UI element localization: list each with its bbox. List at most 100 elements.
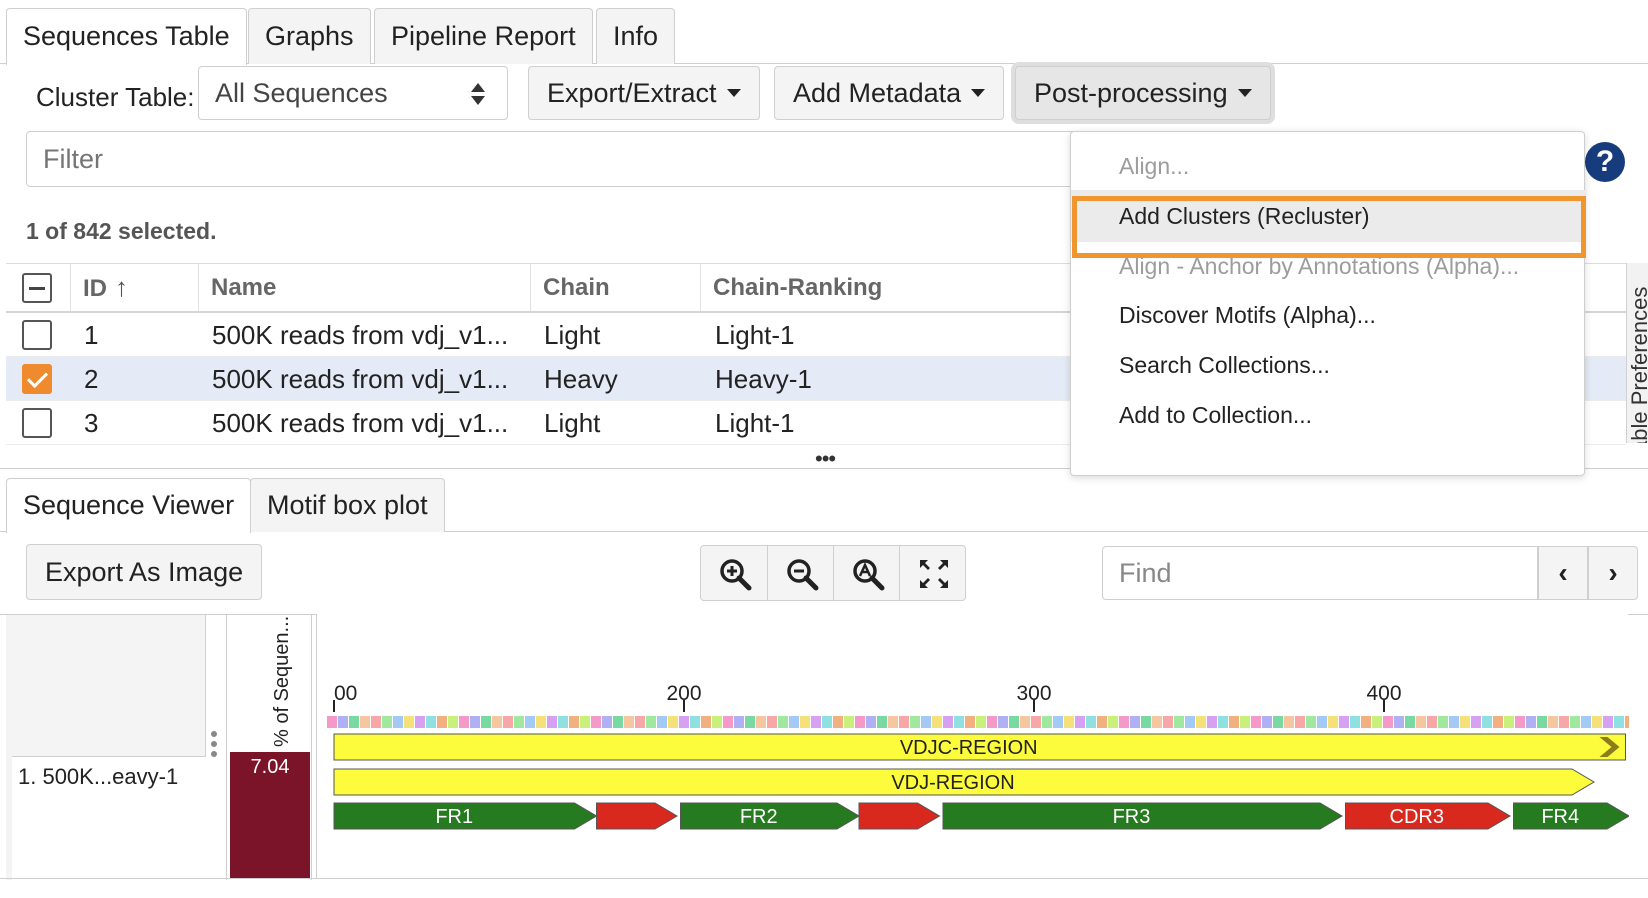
- menu-item-add-to-collection[interactable]: Add to Collection...: [1071, 389, 1586, 441]
- annotation-label: FR3: [1113, 806, 1151, 828]
- residue-cell: [1416, 716, 1426, 728]
- menu-item-discover-motifs[interactable]: Discover Motifs (Alpha)...: [1071, 289, 1586, 341]
- residue-cell: [1449, 716, 1459, 728]
- find-prev-button[interactable]: ‹: [1538, 546, 1588, 600]
- sequence-track: 00 200 300 400 VDJC-REGION VDJ-REGION FR1 FR2 FR…: [327, 682, 1635, 830]
- residue-cell: [976, 716, 986, 728]
- residue-cell: [1075, 716, 1085, 728]
- zoom-auto-button[interactable]: [833, 546, 899, 600]
- residue-cell: [844, 716, 854, 728]
- residue-cell: [1240, 716, 1250, 728]
- residue-cell: [525, 716, 535, 728]
- residue-cell: [382, 716, 392, 728]
- zoom-in-button[interactable]: [701, 546, 767, 600]
- row-chain: Light: [544, 320, 601, 350]
- tab-sequences-table[interactable]: Sequences Table: [6, 8, 247, 65]
- residue-cell: [613, 716, 623, 728]
- residue-cell: [1185, 716, 1195, 728]
- residue-cell: [1438, 716, 1448, 728]
- residue-cell: [877, 716, 887, 728]
- export-as-image-button[interactable]: Export As Image: [26, 544, 263, 600]
- post-processing-label: Post-processing: [1034, 78, 1228, 108]
- find-next-button[interactable]: ›: [1588, 546, 1638, 600]
- residue-cell: [899, 716, 909, 728]
- row-id: 1: [84, 320, 99, 350]
- residue-cell: [437, 716, 447, 728]
- help-icon[interactable]: ?: [1585, 142, 1625, 182]
- caret-down-icon: [1237, 88, 1252, 97]
- residue-cell: [723, 716, 733, 728]
- residue-cell: [822, 716, 832, 728]
- annotation-bar: [596, 802, 678, 830]
- menu-item-search-collections[interactable]: Search Collections...: [1071, 339, 1586, 391]
- row-chain-ranking: Light-1: [715, 408, 795, 438]
- column-header-id[interactable]: ID ↑: [70, 264, 128, 311]
- annotation-bar: [858, 802, 941, 830]
- add-metadata-button[interactable]: Add Metadata: [774, 66, 1005, 120]
- residue-cell: [1350, 716, 1360, 728]
- residue-cell: [1317, 716, 1327, 728]
- column-header-chain-ranking[interactable]: Chain-Ranking: [700, 264, 882, 311]
- residue-cell: [690, 716, 700, 728]
- residue-cell: [514, 716, 524, 728]
- residue-cell: [1581, 716, 1591, 728]
- residue-cell: [1141, 716, 1151, 728]
- menu-item-align[interactable]: Align...: [1071, 140, 1586, 192]
- add-metadata-label: Add Metadata: [793, 78, 962, 108]
- zoom-in-icon: [720, 559, 752, 591]
- cluster-table-select[interactable]: All Sequences: [198, 66, 508, 120]
- row-name: 500K reads from vdj_v1...: [212, 320, 509, 350]
- fit-expand-button[interactable]: [899, 546, 965, 600]
- zoom-out-button[interactable]: [767, 546, 833, 600]
- row-chain: Light: [544, 408, 601, 438]
- caret-down-icon: [971, 88, 986, 97]
- row-checkbox-checked[interactable]: [22, 364, 52, 394]
- residue-cell: [646, 716, 656, 728]
- select-all-checkbox[interactable]: [22, 273, 52, 303]
- residue-cell: [426, 716, 436, 728]
- viewer-bottom-border: [0, 878, 1648, 879]
- cluster-table-value: All Sequences: [215, 78, 388, 108]
- tab-info[interactable]: Info: [596, 8, 676, 64]
- residue-cell: [1295, 716, 1305, 728]
- find-input[interactable]: Find: [1102, 546, 1538, 600]
- row-checkbox[interactable]: [22, 408, 52, 438]
- residue-cell: [1372, 716, 1382, 728]
- column-grip-icon[interactable]: [211, 731, 217, 761]
- residue-cell: [536, 716, 546, 728]
- residue-cell: [921, 716, 931, 728]
- tab-graphs[interactable]: Graphs: [248, 8, 371, 64]
- residue-cell: [1064, 716, 1074, 728]
- residue-cell: [503, 716, 513, 728]
- residue-cell: [1218, 716, 1228, 728]
- residue-cell: [1394, 716, 1404, 728]
- tab-motif-box-plot[interactable]: Motif box plot: [250, 478, 445, 532]
- tab-sequence-viewer[interactable]: Sequence Viewer: [6, 478, 252, 533]
- selection-status: 1 of 842 selected.: [26, 218, 217, 244]
- export-extract-button[interactable]: Export/Extract: [528, 66, 760, 120]
- viewer-row-label[interactable]: 1. 500K...eavy-1: [12, 756, 206, 880]
- row-name: 500K reads from vdj_v1...: [212, 364, 509, 394]
- column-header-chain[interactable]: Chain: [530, 264, 610, 311]
- residue-cell: [1570, 716, 1580, 728]
- filter-input[interactable]: [26, 131, 1086, 187]
- annotation-label: FR4: [1541, 806, 1579, 828]
- residue-cell: [1493, 716, 1503, 728]
- residue-cell: [580, 716, 590, 728]
- row-chain-ranking: Light-1: [715, 320, 795, 350]
- row-id: 2: [84, 364, 99, 394]
- residue-cell: [1130, 716, 1140, 728]
- row-checkbox[interactable]: [22, 320, 52, 350]
- residue-cell: [1306, 716, 1316, 728]
- residue-cell: [679, 716, 689, 728]
- residue-cell: [1526, 716, 1536, 728]
- post-processing-button[interactable]: Post-processing: [1015, 66, 1271, 120]
- table-preferences-tab[interactable]: able Preferences: [1626, 263, 1648, 443]
- residue-cell: [1405, 716, 1415, 728]
- residue-cell: [338, 716, 348, 728]
- residue-cell: [1427, 716, 1437, 728]
- select-updown-icon: [471, 83, 485, 105]
- tab-pipeline-report[interactable]: Pipeline Report: [374, 8, 593, 64]
- residue-cell: [767, 716, 777, 728]
- column-header-name[interactable]: Name: [198, 264, 276, 311]
